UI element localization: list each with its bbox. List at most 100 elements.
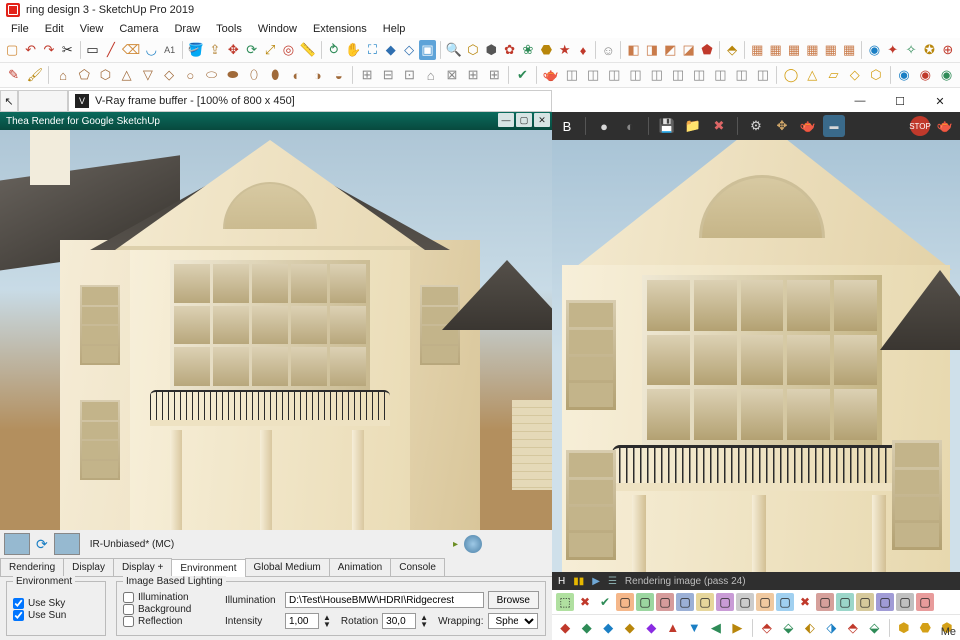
pause-icon[interactable]: ▮▮ xyxy=(573,576,584,587)
tool-icon[interactable]: ◫ xyxy=(647,65,666,85)
tool-icon[interactable]: ▦ xyxy=(749,40,765,60)
maximize-icon[interactable]: ▢ xyxy=(516,113,532,127)
color-swatch[interactable]: ▢ xyxy=(816,593,834,611)
render-thumb[interactable] xyxy=(54,533,80,555)
color-swatch[interactable]: ✔ xyxy=(596,593,614,611)
tool-icon[interactable]: ▱ xyxy=(824,65,843,85)
color-swatch[interactable]: ⬚ xyxy=(556,593,574,611)
iso-icon[interactable]: ▣ xyxy=(419,40,435,60)
teapot-icon[interactable]: 🫖 xyxy=(541,65,560,85)
color-swatch[interactable]: ▢ xyxy=(656,593,674,611)
illumination-path-input[interactable] xyxy=(285,592,484,608)
tool-icon[interactable]: ▼ xyxy=(685,618,704,638)
move-icon[interactable]: ✥ xyxy=(771,115,793,137)
tab-console[interactable]: Console xyxy=(390,558,445,576)
color-swatch[interactable]: ▢ xyxy=(756,593,774,611)
scrubber-icon[interactable] xyxy=(464,535,482,553)
tool-icon[interactable]: ▦ xyxy=(804,40,820,60)
tool-icon[interactable]: ⊞ xyxy=(464,65,483,85)
tool-icon[interactable]: ◧ xyxy=(625,40,641,60)
menu-edit[interactable]: Edit xyxy=(38,22,71,36)
tool-icon[interactable]: ○ xyxy=(181,65,200,85)
menu-window[interactable]: Window xyxy=(251,22,304,36)
tool-icon[interactable]: ⬢ xyxy=(895,618,914,638)
user-icon[interactable]: ☺ xyxy=(600,40,616,60)
tool-icon[interactable]: ▦ xyxy=(768,40,784,60)
tool-icon[interactable]: ◫ xyxy=(584,65,603,85)
arc-icon[interactable]: ◡ xyxy=(143,40,159,60)
tool-icon[interactable]: ⬙ xyxy=(865,618,884,638)
menu-help[interactable]: Help xyxy=(376,22,413,36)
tool-icon[interactable]: ◫ xyxy=(711,65,730,85)
tool-icon[interactable]: ❀ xyxy=(520,40,536,60)
tool-icon[interactable]: ⬘ xyxy=(758,618,777,638)
tool-icon[interactable]: ⬮ xyxy=(266,65,285,85)
tool-icon[interactable]: ◑ xyxy=(308,65,327,85)
tool-icon[interactable]: ◇ xyxy=(159,65,178,85)
tool-icon[interactable]: ⬡ xyxy=(866,65,885,85)
tool-icon[interactable]: ⬡ xyxy=(96,65,115,85)
color-swatch[interactable]: ✖ xyxy=(796,593,814,611)
tool-icon[interactable]: ◐ xyxy=(287,65,306,85)
tool-icon[interactable]: ▶ xyxy=(728,618,747,638)
color-swatch[interactable]: ▢ xyxy=(676,593,694,611)
color-swatch[interactable]: ▢ xyxy=(896,593,914,611)
tool-icon[interactable]: ⊕ xyxy=(940,40,956,60)
tool-icon[interactable]: △ xyxy=(117,65,136,85)
tool-icon[interactable]: ⬘ xyxy=(724,40,740,60)
tool-icon[interactable]: ▦ xyxy=(786,40,802,60)
color-swatch[interactable]: ▢ xyxy=(776,593,794,611)
illumination-checkbox[interactable]: Illumination xyxy=(123,592,213,603)
tool-icon[interactable]: ◆ xyxy=(383,40,399,60)
status-h[interactable]: H xyxy=(558,576,565,587)
tool-icon[interactable]: ✿ xyxy=(501,40,517,60)
undo-icon[interactable]: ↶ xyxy=(22,40,38,60)
menu-tools[interactable]: Tools xyxy=(209,22,249,36)
tool-icon[interactable]: ◀ xyxy=(707,618,726,638)
reflection-checkbox[interactable]: Reflection xyxy=(123,616,213,627)
tool-icon[interactable]: ◉ xyxy=(937,65,956,85)
tool-icon[interactable]: ◫ xyxy=(626,65,645,85)
tool-icon[interactable]: ▲ xyxy=(664,618,683,638)
tool-icon[interactable]: ⬖ xyxy=(801,618,820,638)
menu-extensions[interactable]: Extensions xyxy=(306,22,374,36)
tool-icon[interactable]: ⬙ xyxy=(779,618,798,638)
cut-icon[interactable]: ✂ xyxy=(59,40,75,60)
rotation-input[interactable] xyxy=(382,613,416,629)
tool-icon[interactable]: ⬯ xyxy=(244,65,263,85)
render-thumb[interactable] xyxy=(4,533,30,555)
tool-icon[interactable]: ◫ xyxy=(562,65,581,85)
tool-icon[interactable]: ◪ xyxy=(680,40,696,60)
tool-icon[interactable]: ✧ xyxy=(903,40,919,60)
close-icon[interactable]: ✕ xyxy=(534,113,550,127)
tool-icon[interactable]: ⬣ xyxy=(538,40,554,60)
redo-icon[interactable]: ↷ xyxy=(41,40,57,60)
menu-draw[interactable]: Draw xyxy=(167,22,207,36)
teapot-blue-icon[interactable]: 🫖 xyxy=(797,115,819,137)
tool-icon[interactable]: ⌂ xyxy=(53,65,72,85)
tool-icon[interactable]: ◆ xyxy=(578,618,597,638)
tool-icon[interactable]: ✪ xyxy=(921,40,937,60)
spinner-icon[interactable]: ▲▼ xyxy=(420,614,428,628)
intensity-input[interactable] xyxy=(285,613,319,629)
save-icon[interactable]: 💾 xyxy=(656,115,678,137)
select-icon[interactable]: ▭ xyxy=(84,40,100,60)
line-icon[interactable]: ╱ xyxy=(103,40,119,60)
tool-icon[interactable]: △ xyxy=(803,65,822,85)
ruby-icon[interactable]: ♦ xyxy=(575,40,591,60)
tag-icon[interactable]: ▬ xyxy=(823,115,845,137)
channel-b-button[interactable]: B xyxy=(556,115,578,137)
tab-display-plus[interactable]: Display + xyxy=(113,558,172,576)
circle-icon[interactable]: ● xyxy=(593,115,615,137)
tool-icon[interactable]: ⊟ xyxy=(379,65,398,85)
tool-icon[interactable]: ◫ xyxy=(605,65,624,85)
minimize-icon[interactable]: — xyxy=(498,113,514,127)
tool-icon[interactable]: ⊡ xyxy=(400,65,419,85)
tool-icon[interactable]: ◆ xyxy=(556,618,575,638)
tool-icon[interactable]: ◇ xyxy=(401,40,417,60)
tab-animation[interactable]: Animation xyxy=(329,558,391,576)
tool-icon[interactable]: ◫ xyxy=(668,65,687,85)
vfb-viewport[interactable] xyxy=(552,140,960,572)
tool-icon[interactable]: ◉ xyxy=(866,40,882,60)
browse-button[interactable]: Browse xyxy=(488,591,539,609)
